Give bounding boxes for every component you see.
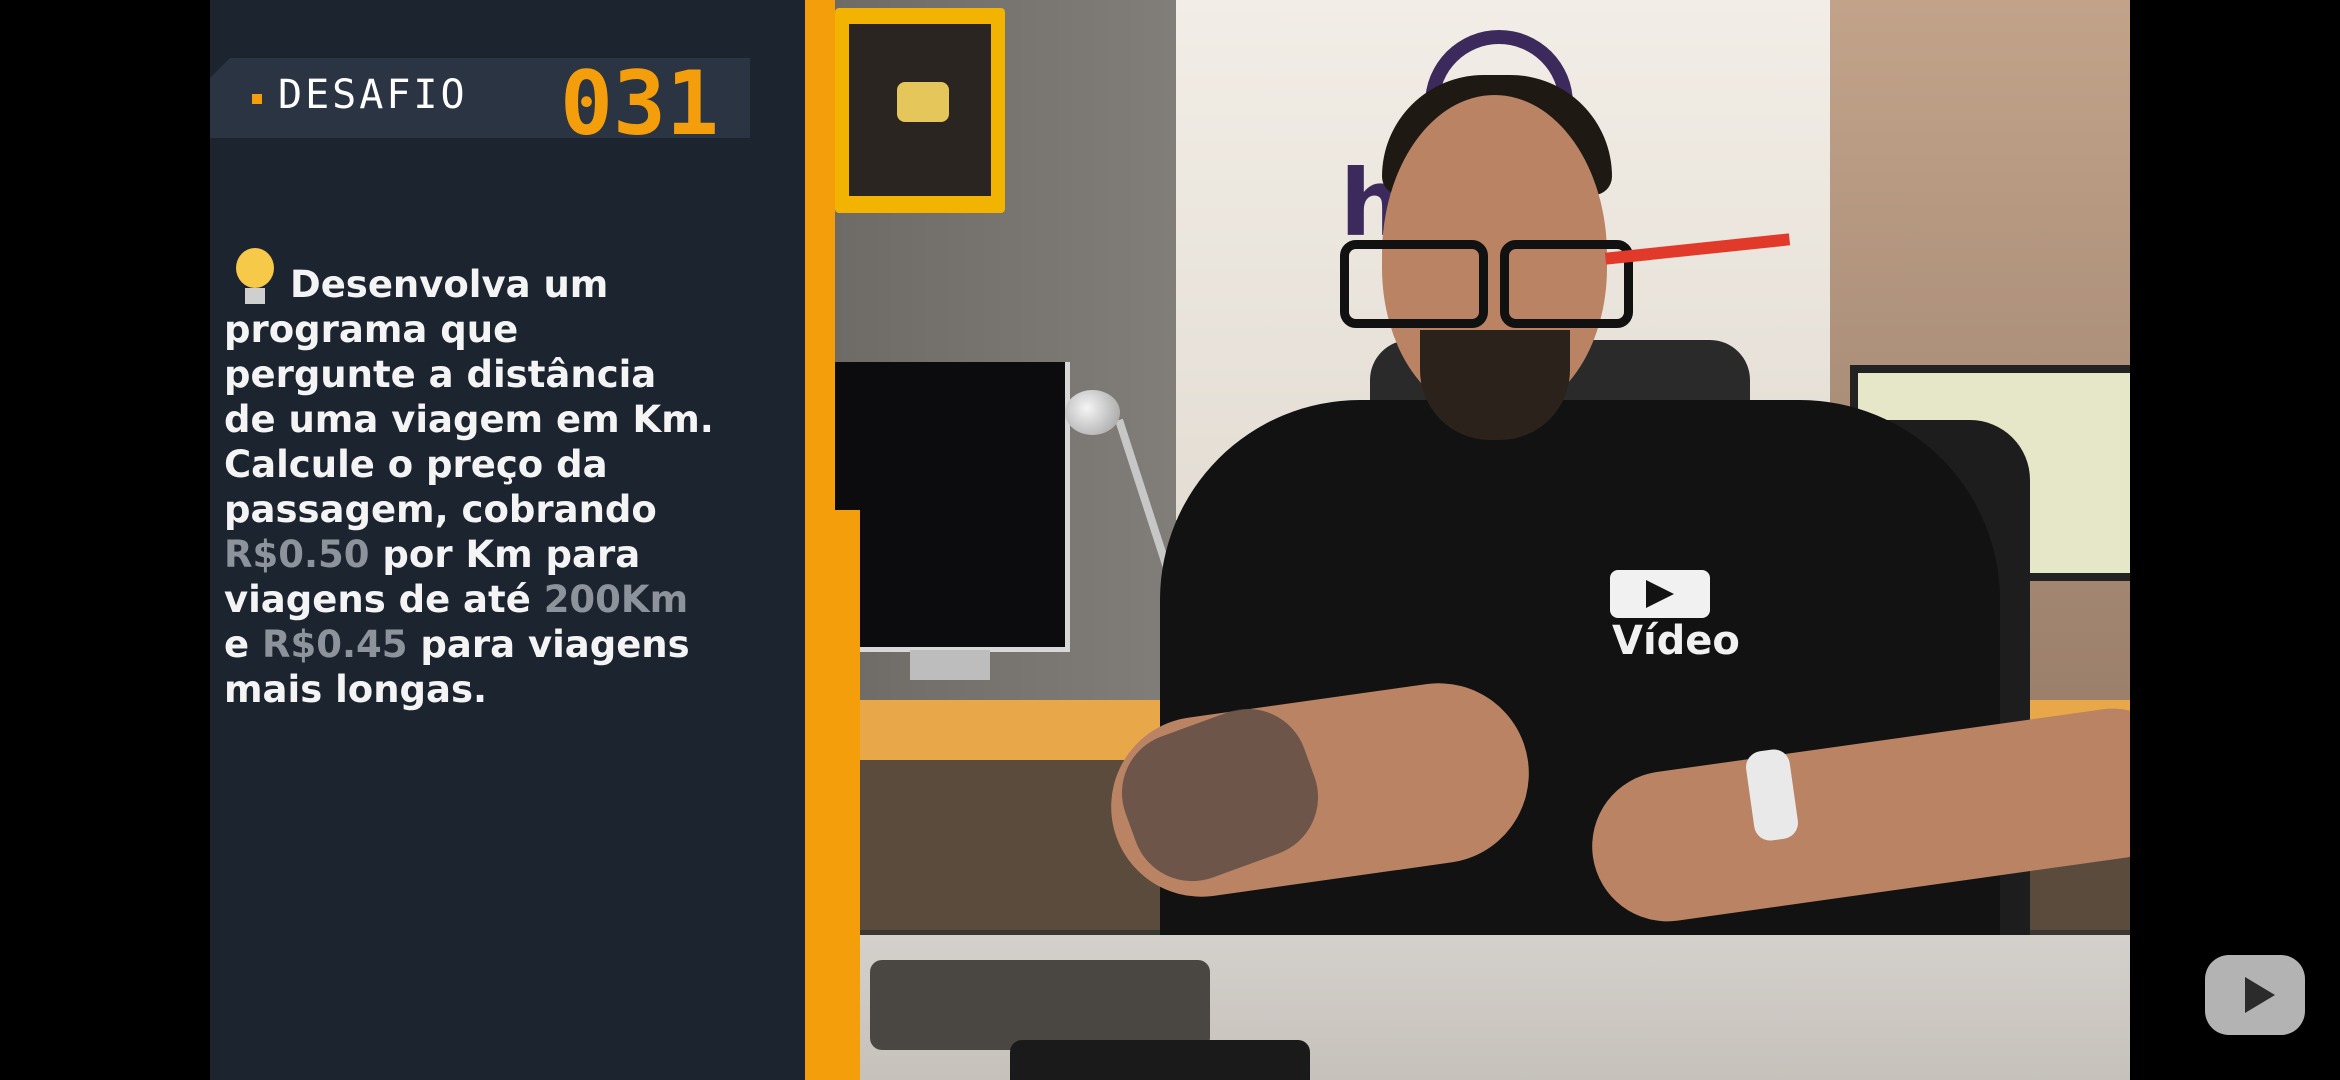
challenge-line: Desenvolva um	[290, 263, 609, 306]
monitor	[830, 362, 1070, 652]
tablet	[870, 960, 1210, 1050]
challenge-line: mais longas.	[224, 668, 488, 711]
header-bullet-icon	[252, 94, 262, 104]
monitor-stand	[910, 650, 990, 680]
challenge-line: pergunte a distância	[224, 353, 657, 396]
challenge-line: para viagens	[407, 623, 690, 666]
challenge-number: 031	[560, 52, 719, 155]
challenge-label: DESAFIO	[278, 72, 468, 118]
play-icon	[2245, 977, 2275, 1013]
shirt-logo: Vídeo	[1610, 570, 1740, 664]
phone	[1010, 1040, 1310, 1080]
price-highlight: R$0.50	[224, 533, 370, 576]
letterbox-right	[2130, 0, 2340, 1080]
youtube-play-button[interactable]	[2205, 955, 2305, 1035]
desk-lamp	[1065, 390, 1120, 435]
glasses	[1340, 240, 1488, 328]
accent-strip	[805, 0, 835, 1080]
challenge-line: passagem, cobrando	[224, 488, 657, 531]
challenge-line: Calcule o preço da	[224, 443, 608, 486]
play-button-plaque	[835, 8, 1005, 213]
challenge-line: e	[224, 623, 262, 666]
accent-strip	[835, 510, 860, 1080]
shirt-logo-text: Vídeo	[1612, 618, 1740, 664]
challenge-panel: DESAFIO 031 Desenvolva um programa que p…	[210, 0, 820, 1080]
challenge-line: programa que	[224, 308, 519, 351]
challenge-line: por Km para	[369, 533, 641, 576]
distance-highlight: 200Km	[543, 578, 689, 621]
price-highlight: R$0.45	[261, 623, 408, 666]
video-player[interactable]: host Vídeo DESAFIO 0	[210, 0, 2130, 1080]
challenge-line: de uma viagem em Km.	[224, 398, 714, 441]
challenge-line: viagens de até	[224, 578, 544, 621]
letterbox-left	[0, 0, 210, 1080]
challenge-text: Desenvolva um programa que pergunte a di…	[224, 262, 744, 712]
